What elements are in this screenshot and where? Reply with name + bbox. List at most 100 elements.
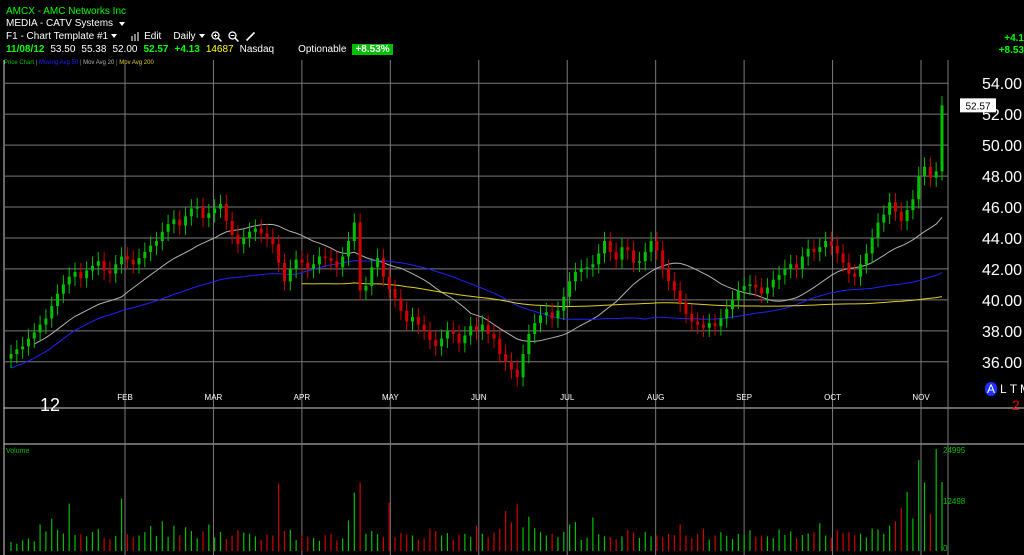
candle-body [271, 237, 275, 245]
candle-body [38, 324, 42, 333]
y-tick-label: 42.00 [982, 262, 1022, 279]
candle-body [15, 349, 19, 355]
candle-body [777, 275, 781, 280]
y-tick-label: 46.00 [982, 200, 1022, 217]
candle-body [160, 231, 164, 242]
x-tick-label: MAY [382, 393, 399, 402]
candle-body [79, 272, 83, 279]
candle-body [649, 241, 653, 252]
candle-body [230, 220, 234, 235]
candle-body [143, 251, 147, 259]
candle-body [137, 258, 141, 265]
candle-body [178, 219, 182, 226]
y-tick-label: 36.00 [982, 355, 1022, 372]
candle-body [346, 241, 350, 257]
y-tick-label: 44.00 [982, 231, 1022, 248]
altm-a: A [985, 382, 998, 396]
candle-body [90, 265, 94, 271]
candle-body [893, 202, 897, 212]
volume-tick-label: 0 [943, 544, 948, 553]
candle-body [771, 279, 775, 288]
candle-body [789, 264, 793, 269]
candle-body [364, 285, 368, 291]
candle-body [195, 207, 199, 209]
candle-body [800, 256, 804, 269]
alert-count: 2 [1012, 397, 1020, 413]
candle-body [44, 318, 48, 325]
candle-body [748, 284, 752, 286]
candle-body [277, 244, 281, 263]
x-tick-label: JUN [471, 393, 487, 402]
candle-body [637, 261, 641, 263]
candle-body [253, 228, 257, 232]
candle-body [632, 250, 636, 263]
candle-body [242, 237, 246, 245]
candle-body [509, 361, 513, 370]
candle-body [469, 326, 473, 336]
candle-body [841, 253, 845, 263]
candle-body [213, 208, 217, 214]
candle-body [847, 262, 851, 274]
candle-body [731, 299, 735, 310]
candle-body [376, 258, 380, 268]
candle-body [486, 324, 490, 334]
y-tick-label: 48.00 [982, 169, 1022, 186]
candle-body [410, 316, 414, 322]
candle-body [620, 247, 624, 260]
candle-body [61, 284, 65, 294]
altm-indicator: A L T M [985, 382, 1024, 396]
x-tick-label: SEP [736, 393, 752, 402]
candle-body [591, 264, 595, 268]
candle-body [795, 264, 799, 269]
candle-body [440, 338, 444, 347]
candle-body [667, 268, 671, 282]
candle-body [701, 324, 705, 328]
candle-body [876, 222, 880, 238]
candle-body [614, 251, 618, 260]
x-tick-label: NOV [912, 393, 930, 402]
candle-body [550, 312, 554, 319]
chart-window: AMCX - AMC Networks Inc MEDIA - CATV Sys… [0, 0, 1024, 555]
candle-body [323, 256, 327, 259]
x-tick-label: APR [294, 393, 311, 402]
candle-body [725, 309, 729, 319]
candle-body [835, 245, 839, 254]
candle-body [201, 207, 205, 218]
candle-body [184, 216, 188, 226]
candle-body [422, 324, 426, 331]
candle-body [451, 330, 455, 334]
candle-body [288, 268, 292, 282]
candle-body [306, 262, 310, 269]
candle-body [67, 276, 71, 285]
candle-body [125, 256, 129, 260]
candle-body [416, 316, 420, 325]
altm-t: T [1009, 382, 1018, 396]
candle-body [370, 267, 374, 286]
x-tick-label: FEB [117, 393, 133, 402]
candle-body [539, 315, 543, 324]
candle-body [888, 202, 892, 215]
candle-body [335, 261, 339, 268]
candle-body [754, 284, 758, 288]
candle-body [387, 276, 391, 290]
candle-body [707, 323, 711, 328]
candle-body [428, 330, 432, 341]
candle-body [806, 248, 810, 257]
candle-body [248, 231, 252, 238]
candle-body [131, 259, 135, 265]
candle-body [760, 287, 764, 294]
candle-body [521, 354, 525, 378]
candle-body [457, 333, 461, 344]
candle-body [899, 211, 903, 221]
candle-body [329, 258, 333, 262]
candle-body [282, 262, 286, 282]
candle-body [859, 264, 863, 277]
candle-body [189, 208, 193, 217]
candle-body [562, 296, 566, 311]
candle-body [405, 310, 409, 322]
candle-body [556, 310, 560, 319]
candle-body [853, 273, 857, 277]
candle-body [864, 253, 868, 265]
x-tick-label: MAR [205, 393, 223, 402]
candle-body [154, 241, 158, 246]
